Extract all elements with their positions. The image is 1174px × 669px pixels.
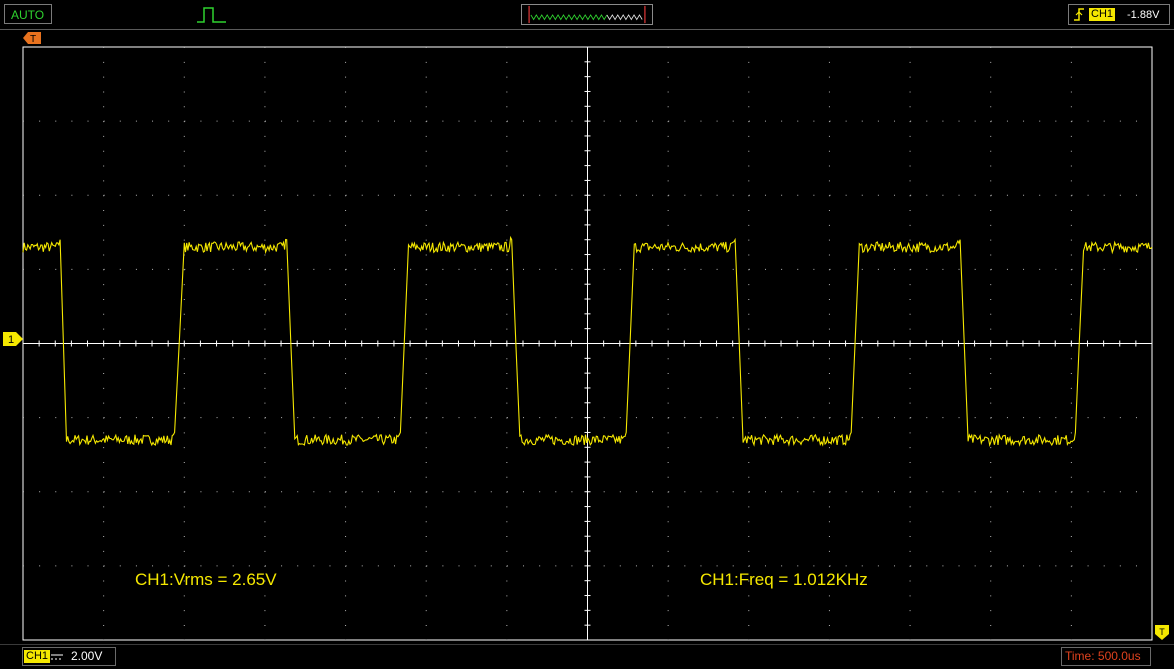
acquisition-mode-badge[interactable]: AUTO	[4, 4, 52, 24]
bottom-status-bar: CH1 2.00V Time: 500.0us	[0, 644, 1174, 669]
scope-screen[interactable]: T 1 T CH1:Vrms = 2.65V CH1:Freq = 1.012K…	[0, 30, 1174, 644]
timebase-setting[interactable]: Time: 500.0us	[1061, 647, 1151, 666]
dc-coupling-icon	[51, 654, 63, 660]
vrms-measurement: CH1:Vrms = 2.65V	[135, 570, 277, 589]
svg-text:T: T	[30, 34, 36, 44]
channel-name-label: CH1	[24, 650, 51, 663]
trigger-position-marker[interactable]: T	[23, 32, 41, 44]
channel-settings[interactable]: CH1 2.00V	[22, 647, 116, 666]
frequency-measurement: CH1:Freq = 1.012KHz	[700, 570, 868, 589]
graticule	[22, 46, 1153, 641]
trigger-level-value: -1.88V	[1127, 9, 1160, 21]
svg-text:T: T	[1159, 627, 1165, 637]
waveform-overview[interactable]	[521, 4, 653, 25]
waveform-plot[interactable]	[0, 30, 1174, 644]
rising-edge-icon	[1074, 8, 1084, 21]
channel-offset-marker[interactable]: 1	[3, 332, 23, 346]
trigger-channel-label: CH1	[1089, 8, 1116, 21]
volts-per-div: 2.00V	[71, 649, 103, 663]
svg-text:1: 1	[8, 334, 14, 346]
top-status-bar: AUTO CH1 -1.88V	[0, 0, 1174, 30]
trigger-settings[interactable]: CH1 -1.88V	[1068, 4, 1170, 25]
trigger-level-marker[interactable]: T	[1155, 625, 1169, 640]
single-pulse-icon[interactable]	[196, 5, 228, 25]
